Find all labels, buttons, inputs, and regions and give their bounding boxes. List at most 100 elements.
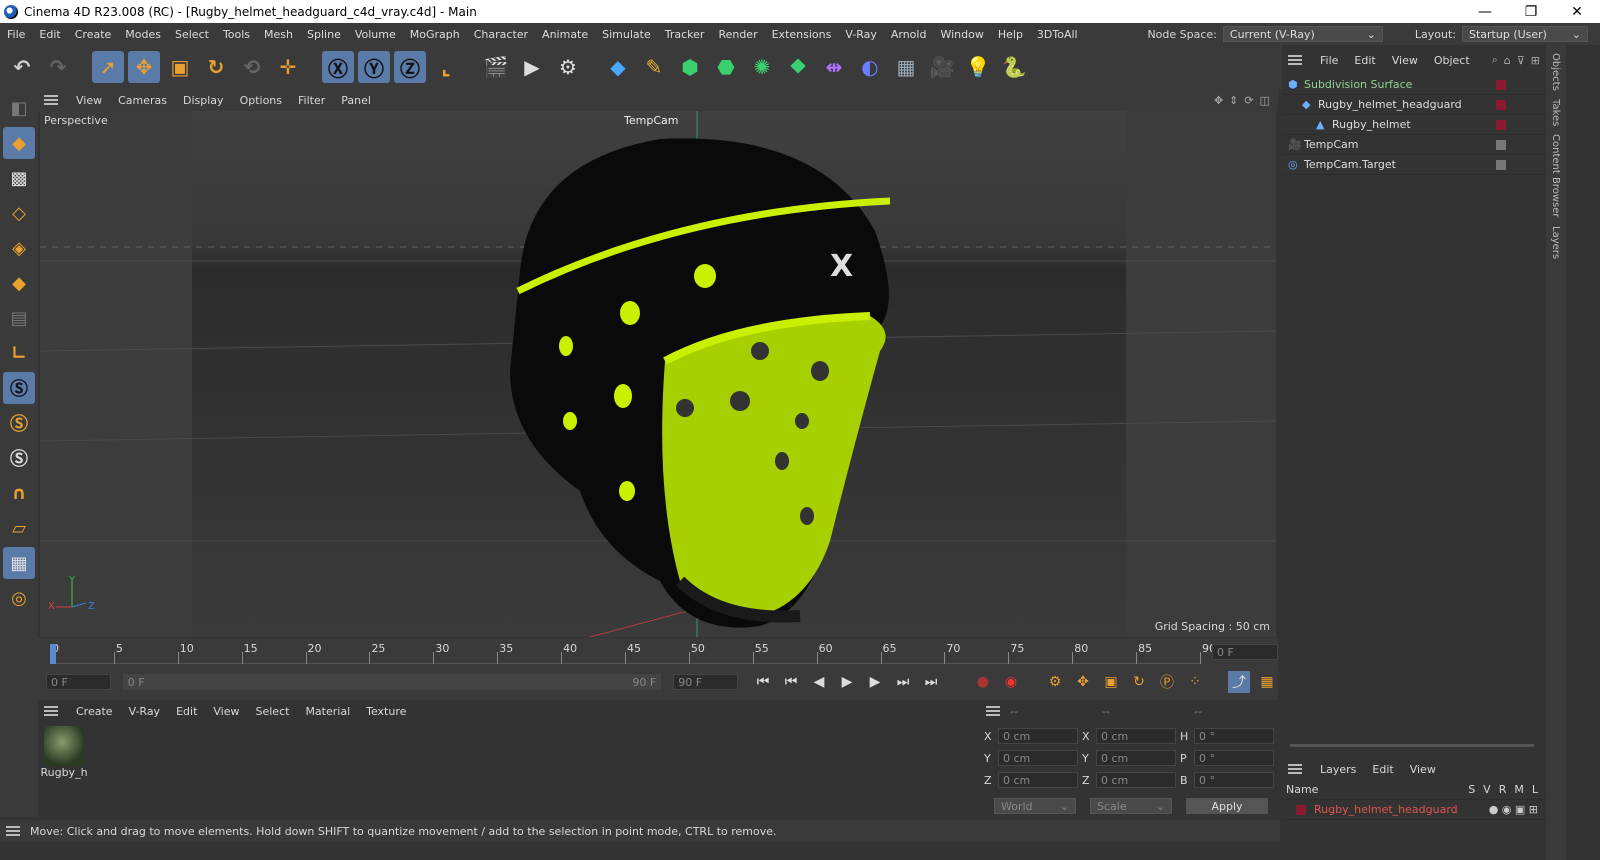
play-icon[interactable]: ▶ bbox=[836, 671, 858, 693]
render-settings-icon[interactable]: ⚙ bbox=[552, 51, 584, 83]
viewport-rotate-icon[interactable]: ⟳ bbox=[1244, 94, 1253, 107]
menu-create[interactable]: Create bbox=[68, 28, 119, 41]
close-button[interactable]: ✕ bbox=[1554, 4, 1600, 20]
object-menu-object[interactable]: Object bbox=[1426, 54, 1478, 67]
viewport-menu-options[interactable]: Options bbox=[232, 94, 290, 107]
previous-key-icon[interactable]: ⏮ bbox=[780, 671, 802, 693]
material-menu-view[interactable]: View bbox=[205, 705, 247, 718]
keyframe-selection-icon[interactable]: ⚙ bbox=[1044, 671, 1066, 693]
go-to-start-icon[interactable]: ⏮ bbox=[752, 671, 774, 693]
undo-icon[interactable]: ↶ bbox=[6, 51, 38, 83]
light-icon[interactable]: 💡 bbox=[962, 51, 994, 83]
planar-workplane-icon[interactable]: ◎ bbox=[3, 582, 35, 614]
field-icon[interactable]: ◐ bbox=[854, 51, 886, 83]
coordinate-system-icon[interactable]: ⌞ bbox=[430, 51, 462, 83]
object-layer-color-icon[interactable] bbox=[1496, 159, 1506, 170]
material-menu-icon[interactable] bbox=[44, 706, 58, 716]
menu-mograph[interactable]: MoGraph bbox=[403, 28, 467, 41]
menu-file[interactable]: File bbox=[0, 28, 32, 41]
coordinate-field[interactable]: 0 ° bbox=[1194, 750, 1274, 766]
extrude-generator-icon[interactable]: ⬣ bbox=[710, 51, 742, 83]
menu-tools[interactable]: Tools bbox=[216, 28, 257, 41]
next-frame-icon[interactable]: ▶ bbox=[864, 671, 886, 693]
model-mode-icon[interactable]: ◆ bbox=[3, 127, 35, 159]
viewport-menu-cameras[interactable]: Cameras bbox=[110, 94, 175, 107]
playhead[interactable] bbox=[50, 644, 56, 664]
object-row[interactable]: ⬢ Subdivision Surface bbox=[1282, 75, 1546, 95]
object-manager-menu-icon[interactable] bbox=[1288, 55, 1302, 65]
key-rotation-icon[interactable]: ↻ bbox=[1128, 671, 1150, 693]
start-frame-field[interactable]: 0 F bbox=[46, 674, 111, 690]
coordinate-field[interactable]: 0 cm bbox=[998, 772, 1078, 788]
key-scale-icon[interactable]: ▣ bbox=[1100, 671, 1122, 693]
key-position-icon[interactable]: ✥ bbox=[1072, 671, 1094, 693]
viewport-menu-display[interactable]: Display bbox=[175, 94, 232, 107]
end-frame-field[interactable]: 90 F bbox=[673, 674, 738, 690]
coordinate-mode-dropdown[interactable]: Scale ⌄ bbox=[1090, 798, 1172, 814]
viewport-dolly-icon[interactable]: ⇕ bbox=[1229, 94, 1238, 107]
layer-row[interactable]: Rugby_helmet_headguard ● ◉ ▣ ⊞ bbox=[1282, 800, 1546, 820]
redo-icon[interactable]: ↷ bbox=[42, 51, 74, 83]
menu-vray[interactable]: V-Ray bbox=[838, 28, 884, 41]
coordinate-field[interactable]: 0 ° bbox=[1194, 728, 1274, 744]
axis-mode-icon[interactable]: ∟ bbox=[3, 337, 35, 369]
menu-extensions[interactable]: Extensions bbox=[765, 28, 839, 41]
object-new-view-icon[interactable]: ⊞ bbox=[1531, 54, 1540, 67]
layout-dropdown[interactable]: Startup (User) ⌄ bbox=[1462, 26, 1588, 42]
texture-mode-icon[interactable]: ▩ bbox=[3, 162, 35, 194]
coordinate-field[interactable]: 0 cm bbox=[1096, 750, 1176, 766]
menu-render[interactable]: Render bbox=[711, 28, 764, 41]
object-menu-file[interactable]: File bbox=[1312, 54, 1346, 67]
menu-help[interactable]: Help bbox=[991, 28, 1030, 41]
coordinate-field[interactable]: 0 cm bbox=[1096, 772, 1176, 788]
viewport-pan-icon[interactable]: ✥ bbox=[1214, 94, 1223, 107]
coordinate-field[interactable]: 0 ° bbox=[1194, 772, 1274, 788]
coordinate-field[interactable]: 0 cm bbox=[998, 750, 1078, 766]
subdivision-generator-icon[interactable]: ⬢ bbox=[674, 51, 706, 83]
object-layer-color-icon[interactable] bbox=[1496, 79, 1506, 90]
x-axis-lock-icon[interactable]: Ⓧ bbox=[322, 51, 354, 83]
timeline-ruler[interactable]: 051015202530354045505560657075808590 0 F bbox=[38, 638, 1278, 664]
deformer-icon[interactable]: ⇹ bbox=[818, 51, 850, 83]
menu-animate[interactable]: Animate bbox=[535, 28, 595, 41]
scale-tool-icon[interactable]: ▣ bbox=[164, 51, 196, 83]
menu-tracker[interactable]: Tracker bbox=[658, 28, 712, 41]
current-frame-field[interactable]: 0 F bbox=[1212, 644, 1278, 660]
coordinate-space-dropdown[interactable]: World ⌄ bbox=[994, 798, 1076, 814]
object-menu-view[interactable]: View bbox=[1384, 54, 1426, 67]
viewport[interactable]: X Perspective TempCam Grid Spacing : 50 … bbox=[40, 111, 1276, 637]
side-tab-takes[interactable]: Takes bbox=[1550, 99, 1561, 126]
polygon-mode-icon[interactable]: ◆ bbox=[3, 267, 35, 299]
render-to-picture-viewer-icon[interactable]: ▶ bbox=[516, 51, 548, 83]
workplane-icon[interactable]: ▱ bbox=[3, 512, 35, 544]
timeline-window-icon[interactable]: ▦ bbox=[1256, 671, 1278, 693]
coordinate-field[interactable]: 0 cm bbox=[1096, 728, 1176, 744]
floor-icon[interactable]: ▦ bbox=[890, 51, 922, 83]
viewport-menu-panel[interactable]: Panel bbox=[333, 94, 379, 107]
object-row[interactable]: ▲ Rugby_helmet bbox=[1282, 115, 1546, 135]
object-layer-color-icon[interactable] bbox=[1496, 99, 1506, 110]
frame-range-slider[interactable]: 0 F 90 F bbox=[122, 674, 662, 690]
cloner-icon[interactable]: ✺ bbox=[746, 51, 778, 83]
object-row[interactable]: 🎥 TempCam bbox=[1282, 135, 1546, 155]
rotate-tool-icon[interactable]: ↻ bbox=[200, 51, 232, 83]
object-row[interactable]: ◆ Rugby_helmet_headguard bbox=[1282, 95, 1546, 115]
menu-window[interactable]: Window bbox=[933, 28, 990, 41]
object-manager-scrollbar[interactable] bbox=[1290, 744, 1534, 747]
next-key-icon[interactable]: ⏭ bbox=[892, 671, 914, 693]
coordinates-menu-icon[interactable] bbox=[986, 706, 1000, 716]
key-parameter-icon[interactable]: Ⓟ bbox=[1156, 671, 1178, 693]
status-menu-icon[interactable] bbox=[6, 826, 20, 836]
node-space-dropdown[interactable]: Current (V-Ray) ⌄ bbox=[1222, 26, 1383, 42]
soft-selection-icon[interactable]: Ⓢ bbox=[3, 372, 35, 404]
menu-edit[interactable]: Edit bbox=[32, 28, 67, 41]
point-mode-icon[interactable]: ◇ bbox=[3, 197, 35, 229]
side-tab-objects[interactable]: Objects bbox=[1550, 53, 1561, 91]
maximize-button[interactable]: ❐ bbox=[1508, 4, 1554, 20]
object-search-icon[interactable]: ⌕ bbox=[1492, 53, 1498, 67]
snap-s-icon[interactable]: Ⓢ bbox=[3, 407, 35, 439]
camera-icon[interactable]: 🎥 bbox=[926, 51, 958, 83]
side-tab-content-browser[interactable]: Content Browser bbox=[1550, 134, 1561, 217]
menu-select[interactable]: Select bbox=[168, 28, 216, 41]
rugby-helmet-model[interactable]: X bbox=[510, 138, 891, 628]
